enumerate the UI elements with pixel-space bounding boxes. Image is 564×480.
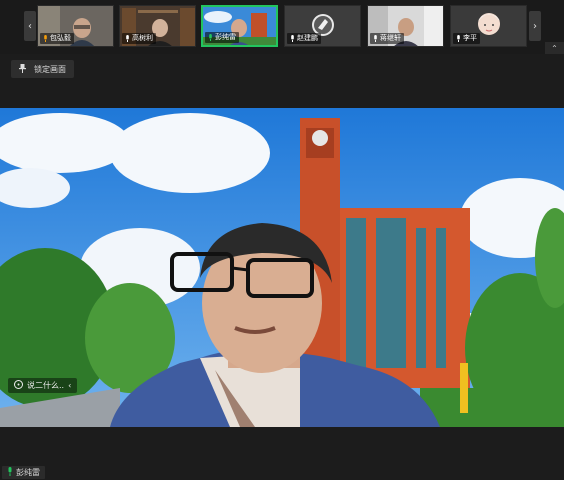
mic-icon xyxy=(125,35,130,42)
participant-tile[interactable]: 蒋继轩 xyxy=(367,5,444,47)
filmstrip-next-button[interactable]: › xyxy=(529,11,541,41)
mic-icon xyxy=(7,467,13,478)
filmstrip-prev-button[interactable]: ‹ xyxy=(24,11,36,41)
chevron-up-icon: ⌃ xyxy=(551,43,558,53)
chat-input-overlay[interactable]: 说二什么.. ‹ xyxy=(8,378,78,393)
pin-view-button[interactable]: 锁定画面 xyxy=(11,60,74,78)
participant-tile-active[interactable]: 彭纯雷 xyxy=(201,5,278,47)
speaker-video-frame xyxy=(0,108,564,427)
participant-name-tag: 李平 xyxy=(453,33,480,44)
main-speaker-video: 说二什么.. ‹ xyxy=(0,108,564,427)
participant-name-tag: 彭纯雷 xyxy=(205,32,239,43)
participant-tile[interactable]: 李平 xyxy=(450,5,527,47)
mic-icon xyxy=(373,35,378,42)
chat-icon xyxy=(14,380,23,391)
chevron-left-icon: ‹ xyxy=(68,381,72,390)
participant-tile[interactable]: 高树利 xyxy=(119,5,196,47)
participant-name-tag: 包弘毅 xyxy=(40,33,74,44)
pin-icon xyxy=(19,63,26,75)
chevron-right-icon: › xyxy=(533,20,537,32)
chat-overlay-text: 说二什么.. xyxy=(27,381,65,390)
participant-filmstrip: ‹ 包弘毅 高树利 彭纯雷 赵建鹏 蒋继轩 李平 › ⌃ xyxy=(0,0,564,54)
participant-tile[interactable]: 赵建鹏 xyxy=(284,5,361,47)
mic-icon xyxy=(290,35,295,42)
active-speaker-tag: 彭纯雷 xyxy=(2,466,45,479)
collapse-filmstrip-button[interactable]: ⌃ xyxy=(545,42,564,54)
pin-view-label: 锁定画面 xyxy=(34,64,66,74)
participant-name-tag: 蒋继轩 xyxy=(370,33,404,44)
mic-icon xyxy=(208,34,213,41)
participant-name-tag: 赵建鹏 xyxy=(287,33,321,44)
mic-icon xyxy=(456,35,461,42)
bottom-bar xyxy=(0,427,564,480)
participant-tile[interactable]: 包弘毅 xyxy=(37,5,114,47)
chevron-left-icon: ‹ xyxy=(28,20,32,32)
mic-icon xyxy=(43,35,48,42)
participant-name-tag: 高树利 xyxy=(122,33,156,44)
active-speaker-name: 彭纯雷 xyxy=(16,468,40,477)
